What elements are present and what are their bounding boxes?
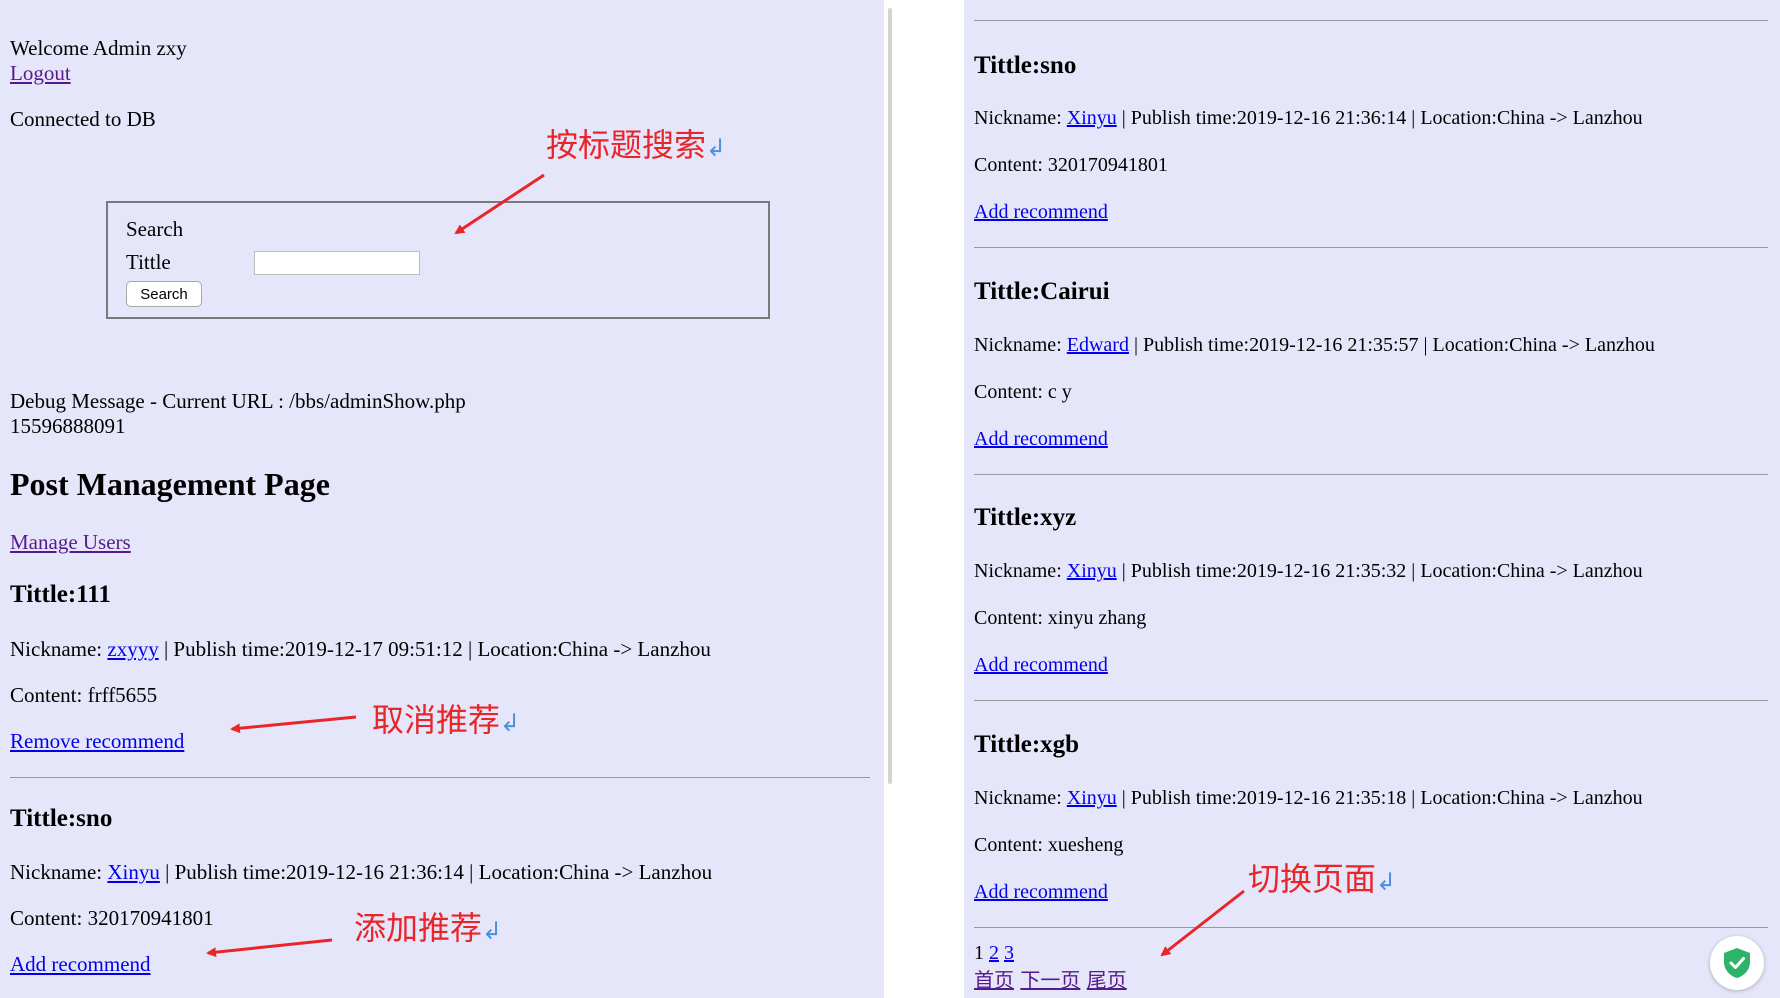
annotation-add: 添加推荐↲ — [354, 903, 502, 949]
annotation-switch-text: 切换页面 — [1248, 860, 1377, 898]
annotation-arrows — [206, 173, 1245, 958]
annotation-remove: 取消推荐↲ — [372, 695, 520, 741]
arrow-to-remove-recommend — [230, 715, 357, 734]
return-mark-icon: ↲ — [1376, 868, 1397, 896]
return-mark-icon: ↲ — [500, 709, 521, 737]
arrow-to-search-input — [454, 173, 545, 235]
annotation-search: 按标题搜索↲ — [546, 120, 726, 166]
return-mark-icon: ↲ — [706, 134, 727, 162]
arrow-to-add-recommend — [206, 938, 333, 958]
security-badge[interactable] — [1710, 936, 1764, 990]
shield-check-icon — [1724, 948, 1750, 978]
annotation-search-text: 按标题搜索 — [546, 126, 707, 164]
annotation-add-text: 添加推荐 — [354, 909, 483, 947]
return-mark-icon: ↲ — [482, 917, 503, 945]
annotation-switch-page: 切换页面↲ — [1248, 854, 1396, 900]
arrow-to-pagination — [1160, 889, 1245, 957]
annotation-remove-text: 取消推荐 — [372, 701, 501, 739]
